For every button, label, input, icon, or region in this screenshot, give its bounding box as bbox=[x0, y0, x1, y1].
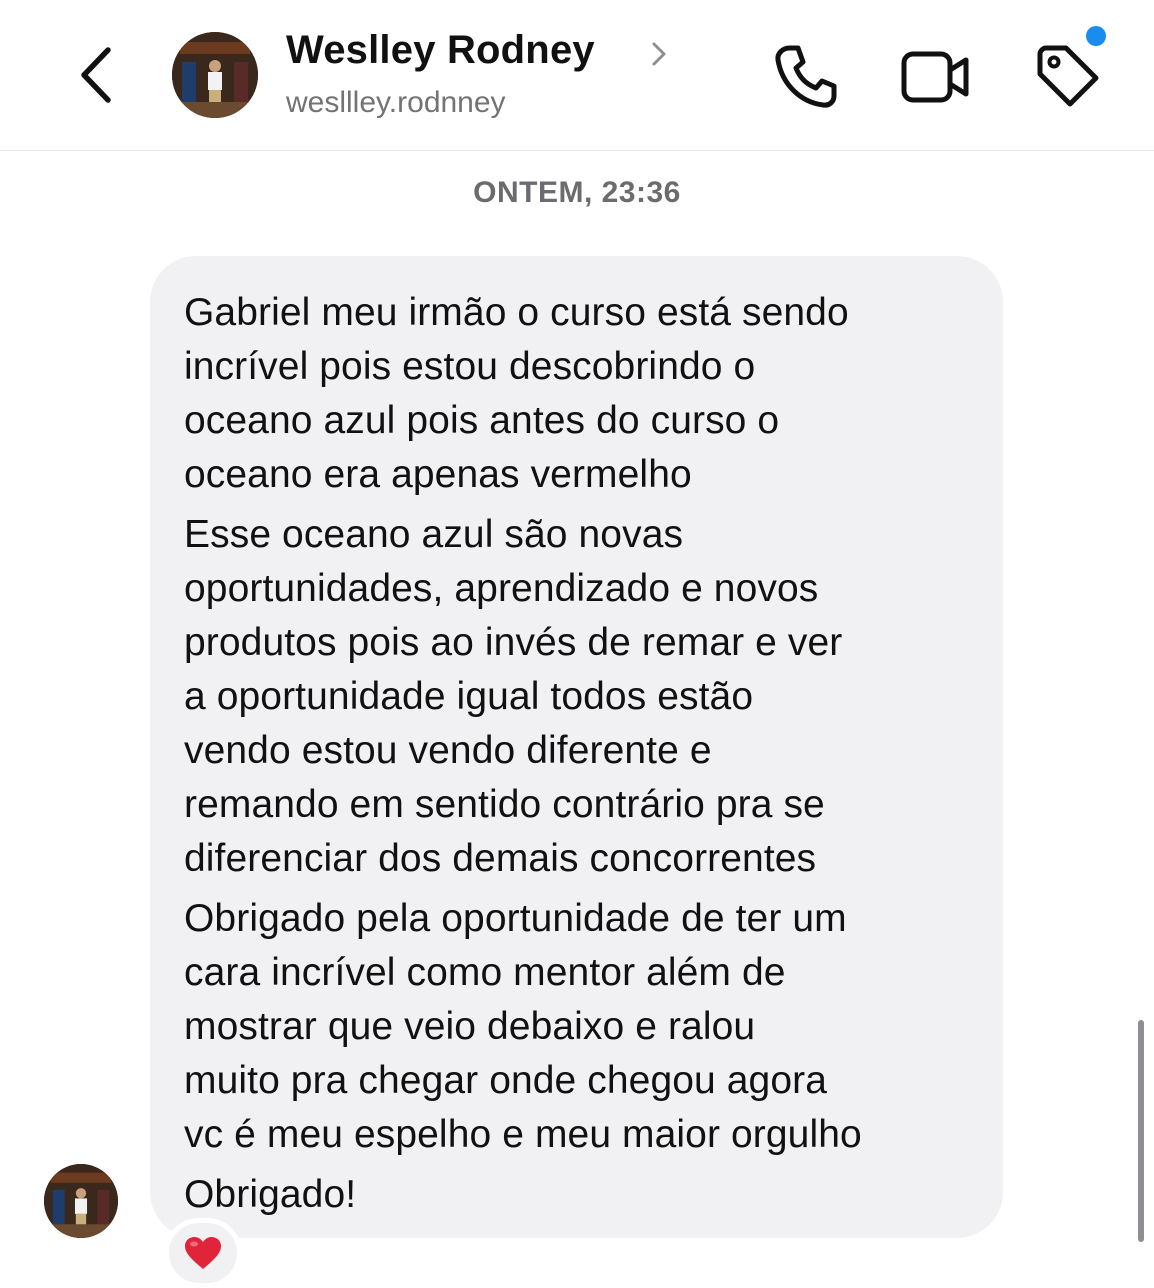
audio-call-button[interactable] bbox=[768, 40, 842, 114]
heart-icon bbox=[185, 1237, 221, 1269]
message-timestamp: ONTEM, 23:36 bbox=[473, 176, 681, 209]
profile-chevron[interactable] bbox=[648, 36, 670, 72]
message-paragraph: Gabriel meu irmão o curso está sendo inc… bbox=[184, 291, 849, 496]
scrollbar[interactable] bbox=[1138, 1020, 1144, 1242]
chat-header: Weslley Rodney wesllley.rodnney bbox=[0, 0, 1154, 151]
tag-icon bbox=[1037, 45, 1099, 107]
tag-button[interactable] bbox=[1030, 40, 1104, 114]
contact-username[interactable]: wesllley.rodnney bbox=[286, 86, 506, 120]
message-paragraph: Obrigado pela oportunidade de ter um car… bbox=[184, 897, 862, 1156]
chevron-right-icon bbox=[652, 42, 666, 66]
video-camera-icon bbox=[901, 51, 969, 103]
message-paragraph: Obrigado! bbox=[184, 1173, 357, 1216]
message-bubble[interactable]: Gabriel meu irmão o curso está sendo inc… bbox=[150, 256, 1003, 1238]
video-call-button[interactable] bbox=[898, 40, 972, 114]
sender-avatar[interactable] bbox=[44, 1164, 118, 1238]
heart-reaction[interactable] bbox=[164, 1218, 242, 1288]
contact-avatar[interactable] bbox=[172, 32, 258, 118]
message-paragraph: Esse oceano azul são novas oportunidades… bbox=[184, 513, 843, 880]
chevron-left-icon bbox=[81, 47, 111, 103]
notification-dot bbox=[1086, 26, 1106, 46]
back-button[interactable] bbox=[70, 40, 130, 110]
contact-name[interactable]: Weslley Rodney bbox=[286, 28, 595, 73]
phone-icon bbox=[775, 45, 837, 108]
